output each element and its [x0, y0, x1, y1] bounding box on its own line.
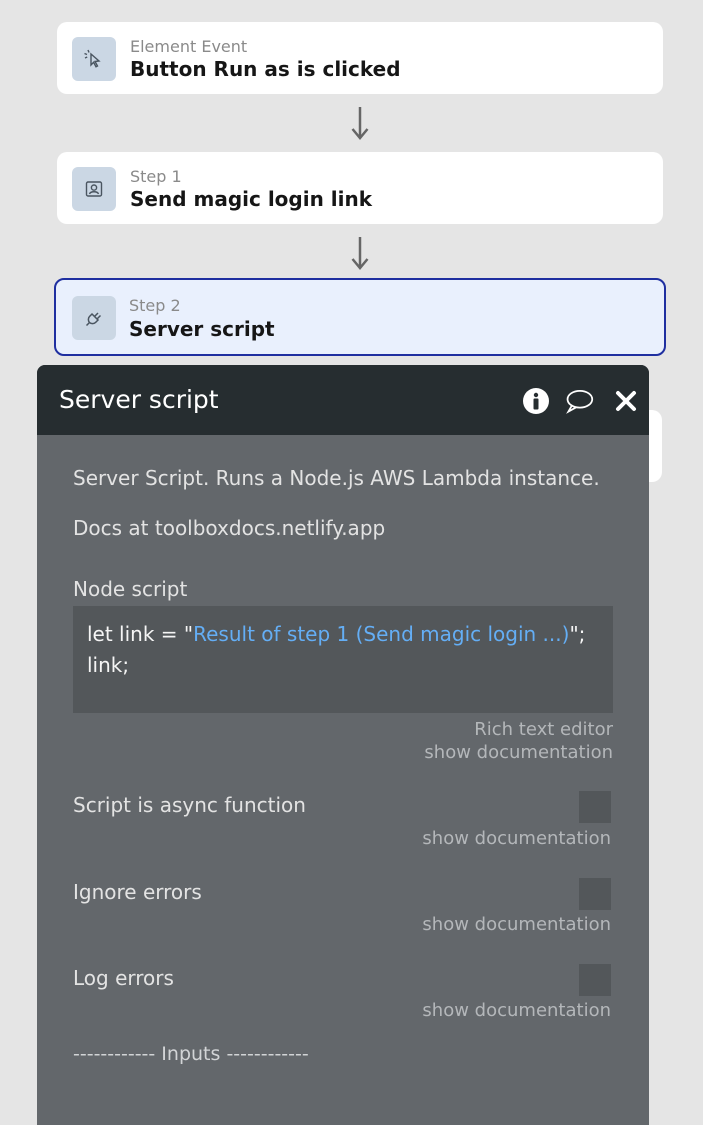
plug-icon [72, 296, 116, 340]
option-label-ignore-errors: Ignore errors [73, 880, 202, 904]
property-editor-panel: Server script Server Script. Runs a Node… [37, 365, 649, 1125]
node-script-label: Node script [73, 577, 188, 601]
code-line-2: link; [87, 653, 130, 677]
event-title: Button Run as is clicked [130, 57, 401, 81]
arrow-down-icon [351, 107, 369, 140]
step-2-card[interactable]: Step 2 Server script [54, 278, 666, 356]
code-text: "; [569, 622, 586, 646]
step-1-title: Send magic login link [130, 187, 373, 211]
checkbox-ignore-errors[interactable] [579, 878, 611, 910]
panel-header: Server script [37, 365, 649, 435]
user-card-icon [72, 167, 116, 211]
node-script-editor[interactable]: let link = "Result of step 1 (Send magic… [73, 606, 613, 713]
step-1-card[interactable]: Step 1 Send magic login link [57, 152, 663, 224]
docs-link: Docs at toolboxdocs.netlify.app [73, 516, 386, 540]
cursor-click-icon [72, 37, 116, 81]
show-documentation-link[interactable]: show documentation [424, 742, 613, 763]
code-text: let link = " [87, 622, 194, 646]
option-label-async: Script is async function [73, 793, 306, 817]
show-documentation-link[interactable]: show documentation [422, 1000, 611, 1021]
comment-icon[interactable] [564, 386, 594, 416]
event-type-label: Element Event [130, 37, 248, 56]
show-documentation-link[interactable]: show documentation [422, 914, 611, 935]
inputs-divider: ------------ Inputs ------------ [73, 1043, 309, 1065]
arrow-down-icon [351, 237, 369, 270]
rich-text-editor-link[interactable]: Rich text editor [474, 719, 613, 740]
code-line-1: let link = "Result of step 1 (Send magic… [87, 622, 585, 646]
show-documentation-link[interactable]: show documentation [422, 828, 611, 849]
step-1-label: Step 1 [130, 167, 182, 186]
checkbox-log-errors[interactable] [579, 964, 611, 996]
plugin-description: Server Script. Runs a Node.js AWS Lambda… [73, 466, 600, 490]
step-2-title: Server script [129, 317, 275, 341]
panel-title: Server script [59, 385, 219, 414]
dynamic-expression-link[interactable]: Result of step 1 (Send magic login ...) [193, 622, 569, 646]
step-2-label: Step 2 [129, 296, 181, 315]
info-icon[interactable] [521, 386, 551, 416]
option-label-log-errors: Log errors [73, 966, 174, 990]
close-icon[interactable] [611, 386, 641, 416]
event-card[interactable]: Element Event Button Run as is clicked [57, 22, 663, 94]
checkbox-async[interactable] [579, 791, 611, 823]
